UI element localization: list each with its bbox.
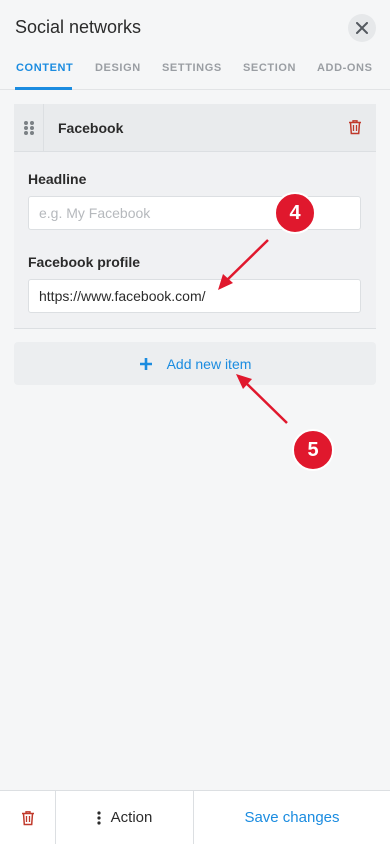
add-new-item-button[interactable]: Add new item <box>14 342 376 385</box>
panel-header: Social networks CONTENT DESIGN SETTINGS … <box>0 0 390 90</box>
save-changes-button[interactable]: Save changes <box>194 791 390 844</box>
plus-icon <box>139 357 152 370</box>
tab-settings[interactable]: SETTINGS <box>162 62 222 74</box>
active-tab-indicator <box>15 87 72 90</box>
save-changes-label: Save changes <box>244 809 340 826</box>
drag-handle[interactable] <box>14 104 44 152</box>
action-menu-button[interactable]: Action <box>56 791 194 844</box>
panel-title: Social networks <box>15 17 142 37</box>
annotation-badge-5: 5 <box>292 429 334 471</box>
social-item-title: Facebook <box>58 120 124 136</box>
add-new-item-label: Add new item <box>166 355 252 372</box>
annotation-badge-4: 4 <box>274 192 316 234</box>
tab-add-ons[interactable]: ADD-ONS <box>317 62 373 74</box>
trash-icon <box>349 120 361 135</box>
facebook-profile-label: Facebook profile <box>28 254 141 270</box>
headline-label: Headline <box>28 171 87 187</box>
tab-section[interactable]: SECTION <box>243 62 296 74</box>
footer-bar: Action Save changes <box>0 790 390 844</box>
action-label: Action <box>110 809 153 826</box>
social-item-card: Facebook Headline Facebook profile <box>14 104 376 329</box>
social-item-header[interactable]: Facebook <box>14 104 376 152</box>
trash-icon <box>21 810 34 825</box>
drag-handle-icon <box>23 121 34 135</box>
close-icon <box>356 22 368 34</box>
tab-bar: CONTENT DESIGN SETTINGS SECTION ADD-ONS <box>0 62 390 90</box>
tab-design[interactable]: DESIGN <box>95 62 141 74</box>
footer-delete-button[interactable] <box>0 791 56 844</box>
facebook-profile-input[interactable] <box>28 279 361 313</box>
tab-content[interactable]: CONTENT <box>16 62 73 74</box>
close-button[interactable] <box>348 14 376 42</box>
more-vertical-icon <box>97 810 101 825</box>
delete-item-button[interactable] <box>348 119 362 140</box>
